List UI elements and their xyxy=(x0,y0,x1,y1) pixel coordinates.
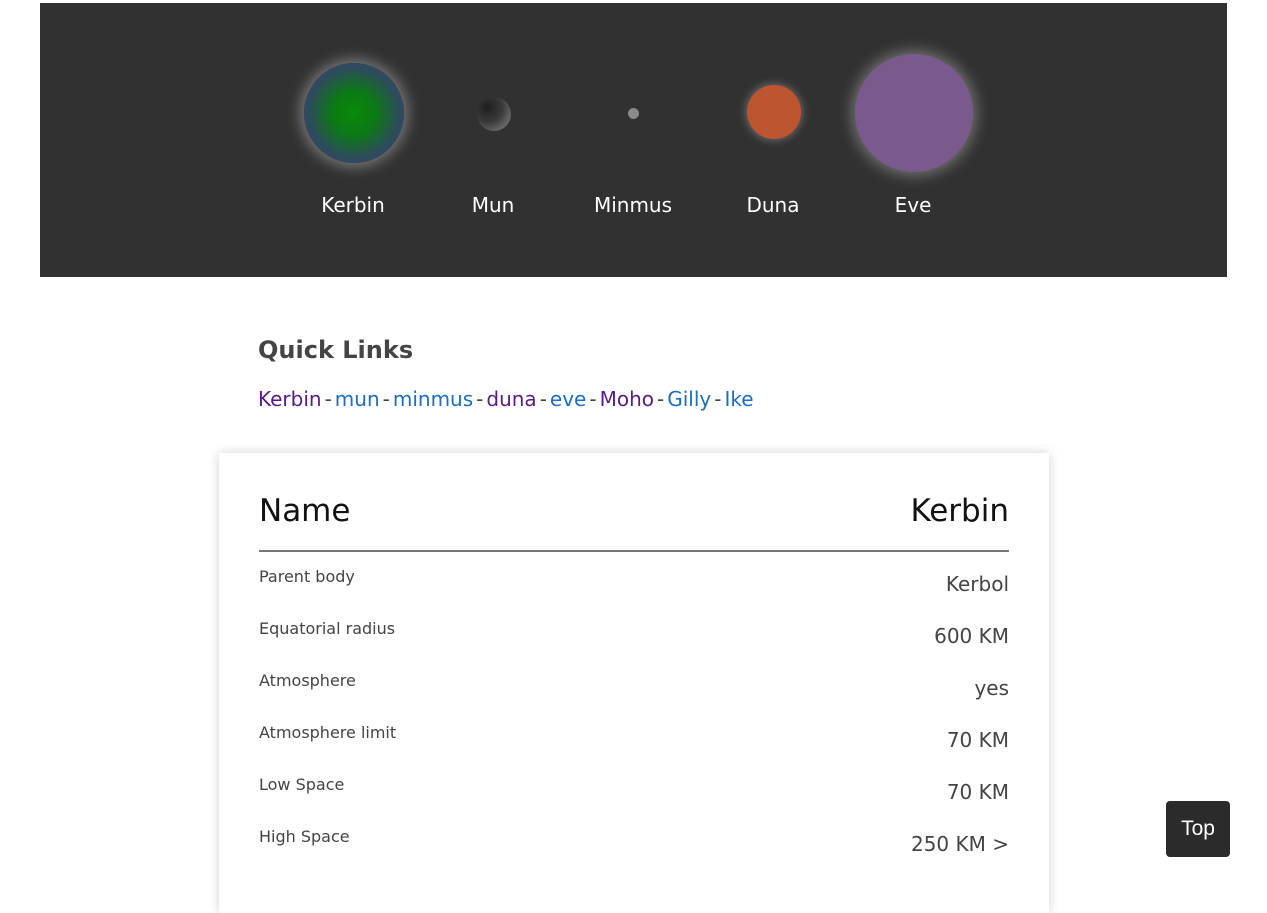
quick-link-kerbin[interactable]: Kerbin xyxy=(258,387,322,411)
link-separator: - xyxy=(589,387,597,411)
table-row: Equatorial radius 600 KM xyxy=(259,619,1009,671)
table-row: Low Space 70 KM xyxy=(259,775,1009,827)
planet-label: Kerbin xyxy=(321,193,385,217)
quick-links-section: Quick Links xyxy=(258,336,413,364)
top-button[interactable]: Top xyxy=(1166,801,1230,857)
header-value: Kerbin xyxy=(910,493,1009,529)
planet-eve-sphere[interactable] xyxy=(855,54,973,172)
table-header: Name Kerbin xyxy=(259,493,1009,552)
planet-info-card: Name Kerbin Parent body Kerbol Equatoria… xyxy=(219,453,1049,913)
row-value: Kerbol xyxy=(945,572,1009,596)
row-value: 70 KM xyxy=(946,728,1009,752)
planet-kerbin-sphere[interactable] xyxy=(304,63,404,163)
link-separator: - xyxy=(324,387,332,411)
row-value: yes xyxy=(974,676,1009,700)
link-separator: - xyxy=(382,387,390,411)
row-key: High Space xyxy=(259,827,350,846)
planet-label: Minmus xyxy=(593,193,673,217)
link-separator: - xyxy=(714,387,722,411)
planet-label: Duna xyxy=(746,193,800,217)
link-separator: - xyxy=(539,387,547,411)
row-key: Atmosphere xyxy=(259,671,356,690)
quick-link-gilly[interactable]: Gilly xyxy=(667,387,711,411)
quick-link-minmus[interactable]: minmus xyxy=(393,387,473,411)
row-key: Equatorial radius xyxy=(259,619,396,638)
row-value: 250 KM > xyxy=(910,832,1009,856)
quick-link-eve[interactable]: eve xyxy=(550,387,586,411)
quick-links-list: Kerbin - mun - minmus - duna - eve - Moho - Gilly - Ik… xyxy=(258,387,754,411)
row-value: 70 KM xyxy=(946,780,1009,804)
row-key: Parent body xyxy=(259,567,355,586)
table-row: Parent body Kerbol xyxy=(259,567,1009,619)
header-key: Name xyxy=(259,493,351,529)
row-key: Atmosphere limit xyxy=(259,723,397,742)
planet-duna-sphere[interactable] xyxy=(747,85,801,139)
row-key: Low Space xyxy=(259,775,345,794)
table-row: Atmosphere yes xyxy=(259,671,1009,723)
table-row: High Space 250 KM > xyxy=(259,827,1009,879)
table-row: Atmosphere limit 70 KM xyxy=(259,723,1009,775)
planet-label: Eve xyxy=(894,193,932,217)
link-separator: - xyxy=(476,387,484,411)
planet-mun-sphere[interactable] xyxy=(477,97,511,131)
link-separator: - xyxy=(656,387,665,411)
row-value: 600 KM xyxy=(934,624,1009,648)
quick-link-mun[interactable]: mun xyxy=(335,387,380,411)
planet-label: Mun xyxy=(471,193,515,217)
quick-links-title: Quick Links xyxy=(258,336,414,364)
quick-link-moho[interactable]: Moho xyxy=(600,387,654,411)
planet-banner: Kerbin Mun Minmus Duna Eve xyxy=(40,3,1227,277)
quick-link-duna[interactable]: duna xyxy=(486,387,536,411)
planet-minmus-sphere[interactable] xyxy=(628,108,639,119)
quick-link-ike[interactable]: Ike xyxy=(724,387,753,411)
